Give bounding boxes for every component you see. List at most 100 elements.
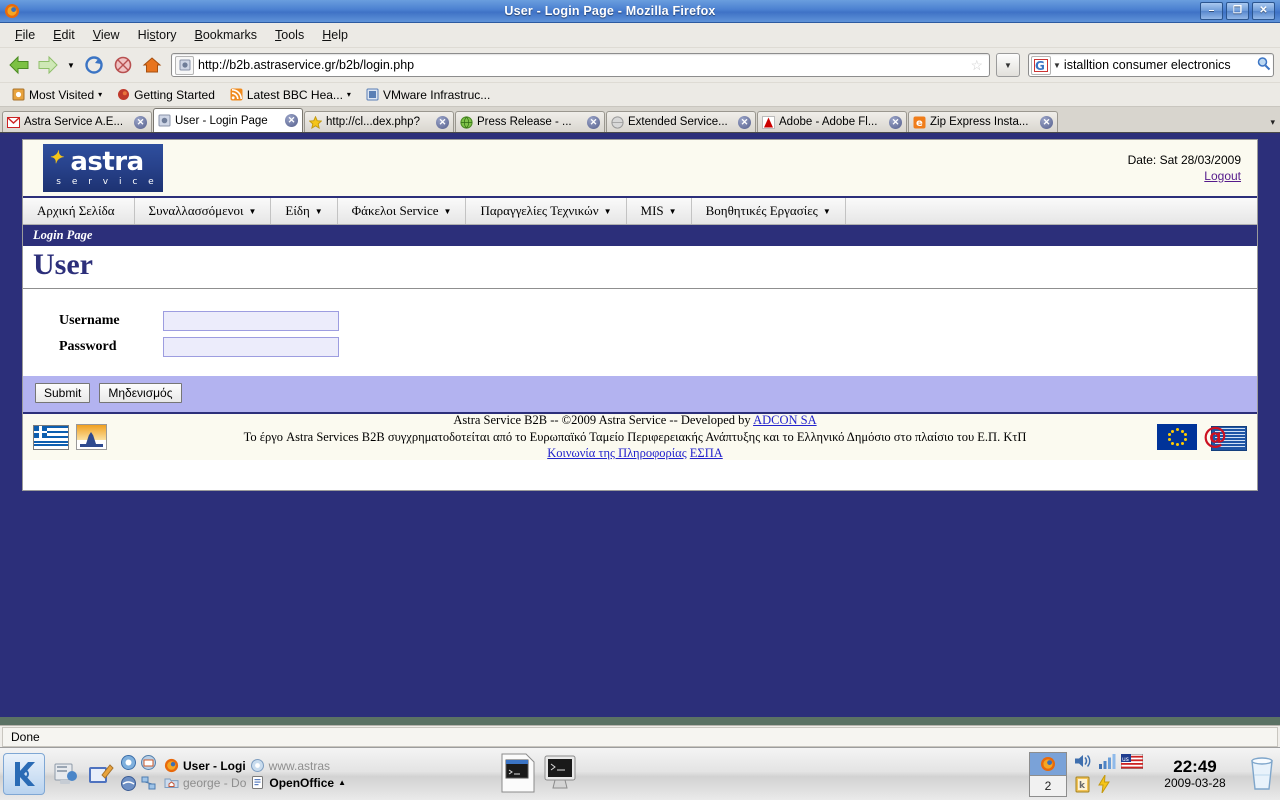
tab-adobe-flash[interactable]: Adobe - Adobe Fl... ✕ [757, 111, 907, 132]
tab-user-login-page[interactable]: User - Login Page ✕ [153, 108, 303, 132]
task-konqueror[interactable]: www.astras [250, 758, 330, 773]
forward-arrow-icon[interactable] [35, 52, 61, 78]
menu-history[interactable]: History [129, 25, 186, 45]
password-input[interactable] [163, 337, 339, 357]
window-titlebar[interactable]: User - Login Page - Mozilla Firefox – ❐ … [0, 0, 1280, 23]
reset-button[interactable]: Μηδενισμός [99, 383, 182, 403]
close-button[interactable]: ✕ [1252, 2, 1275, 20]
chevron-down-icon: ▼ [603, 206, 612, 216]
task-openoffice[interactable]: OpenOffice ▲ [250, 775, 346, 790]
network-icon[interactable] [140, 775, 157, 795]
tab-astra-service[interactable]: Astra Service A.E... ✕ [2, 111, 152, 132]
logout-link[interactable]: Logout [1204, 169, 1241, 183]
chevron-down-icon[interactable]: ▼ [64, 52, 78, 78]
tab-label: Press Release - ... [477, 116, 572, 128]
submit-button[interactable]: Submit [35, 383, 91, 403]
browser-globe-icon[interactable] [120, 775, 137, 795]
bookmark-vmware[interactable]: VMware Infrastruc... [360, 86, 496, 104]
close-icon[interactable]: ✕ [587, 115, 600, 129]
status-bar: Done [0, 725, 1280, 748]
menu-bookmarks[interactable]: Bookmarks [186, 25, 267, 45]
stop-icon[interactable] [110, 52, 136, 78]
minimize-button[interactable]: – [1200, 2, 1223, 20]
menu-view[interactable]: View [84, 25, 129, 45]
terminal-desktop-icon[interactable] [542, 752, 578, 797]
adobe-icon [762, 115, 775, 129]
adcon-link[interactable]: ADCON SA [753, 413, 817, 427]
menu-file[interactable]: File [6, 25, 44, 45]
menu-help[interactable]: Help [313, 25, 357, 45]
kmail-icon[interactable] [140, 754, 157, 774]
footer-text: Astra Service B2B -- ©2009 Astra Service… [153, 412, 1117, 462]
kde-menu-icon[interactable] [3, 753, 45, 795]
volume-icon[interactable] [1073, 752, 1093, 773]
us-keyboard-flag-icon[interactable]: us [1120, 753, 1144, 772]
menu-edit[interactable]: Edit [44, 25, 84, 45]
chevron-down-icon[interactable]: ▾ [98, 90, 102, 99]
close-icon[interactable]: ✕ [1040, 115, 1053, 129]
reload-icon[interactable] [81, 52, 107, 78]
nav-item-fakeloi-service[interactable]: Φάκελοι Service ▼ [338, 198, 467, 224]
information-society-link[interactable]: Κοινωνία της Πληροφορίας [547, 446, 686, 460]
tab-cl-dex-php[interactable]: http://cl...dex.php? ✕ [304, 111, 454, 132]
close-icon[interactable]: ✕ [285, 114, 298, 127]
power-icon[interactable] [1097, 774, 1111, 796]
search-engine-caret-icon[interactable]: ▼ [1053, 61, 1061, 70]
close-icon[interactable]: ✕ [436, 115, 449, 129]
pager-desktop-2[interactable]: 2 [1030, 775, 1066, 796]
clock[interactable]: 22:49 2009-03-28 [1149, 757, 1241, 790]
astra-service-logo[interactable]: ✦ astra s e r v i c e [43, 144, 163, 192]
nav-item-home[interactable]: Αρχική Σελίδα [23, 198, 135, 224]
nav-item-voithitikes-ergasies[interactable]: Βοηθητικές Εργασίες ▼ [692, 198, 846, 224]
bookmark-most-visited[interactable]: Most Visited ▾ [6, 86, 108, 104]
close-icon[interactable]: ✕ [889, 115, 902, 129]
tab-zip-express[interactable]: e Zip Express Insta... ✕ [908, 111, 1058, 132]
nav-item-synallassomenoi[interactable]: Συναλλασσόμενοι ▼ [135, 198, 272, 224]
show-desktop-icon[interactable] [49, 754, 83, 794]
url-text[interactable]: http://b2b.astraservice.gr/b2b/login.php [198, 58, 970, 72]
signal-bars-icon[interactable] [1097, 752, 1117, 773]
bookmark-star-icon[interactable]: ☆ [970, 57, 983, 74]
url-bar[interactable]: http://b2b.astraservice.gr/b2b/login.php… [171, 53, 990, 77]
back-arrow-icon[interactable] [6, 52, 32, 78]
klipper-icon[interactable]: k [1073, 775, 1093, 796]
restore-button[interactable]: ❐ [1226, 2, 1249, 20]
trash-bin-icon[interactable] [1247, 755, 1277, 793]
tab-press-release[interactable]: Press Release - ... ✕ [455, 111, 605, 132]
text-editor-icon[interactable] [83, 754, 117, 794]
openoffice-icon [252, 776, 264, 789]
search-bar[interactable]: G ▼ istalltion consumer electronics [1028, 53, 1274, 77]
search-input[interactable]: istalltion consumer electronics [1064, 58, 1256, 72]
bookmark-latest-bbc[interactable]: Latest BBC Hea... ▾ [224, 86, 357, 104]
nav-item-mis[interactable]: MIS ▼ [627, 198, 692, 224]
url-dropdown-button[interactable]: ▼ [996, 53, 1020, 77]
header-right: Date: Sat 28/03/2009 Logout [1128, 152, 1241, 184]
nav-item-paraggelies-texnikon[interactable]: Παραγγελίες Τεχνικών ▼ [466, 198, 627, 224]
window-controls[interactable]: – ❐ ✕ [1200, 2, 1275, 20]
konqueror-icon[interactable] [120, 754, 137, 774]
tab-list-all-icon[interactable]: ▾ [1270, 117, 1275, 132]
status-text: Done [2, 727, 1278, 747]
bookmark-getting-started[interactable]: Getting Started [111, 86, 221, 104]
username-input[interactable] [163, 311, 339, 331]
firefox-icon [4, 3, 20, 19]
task-firefox[interactable]: User - Logi [164, 758, 246, 773]
nav-label: Είδη [285, 203, 310, 218]
espa-link[interactable]: ΕΣΠΑ [690, 446, 723, 460]
nav-item-eidi[interactable]: Είδη ▼ [271, 198, 338, 224]
site-main-menu: Αρχική Σελίδα Συναλλασσόμενοι ▼ Είδη ▼ Φ… [23, 198, 1257, 225]
close-icon[interactable]: ✕ [134, 115, 147, 129]
chevron-down-icon: ▼ [443, 206, 452, 216]
tab-extended-service[interactable]: Extended Service... ✕ [606, 111, 756, 132]
pager-desktop-1[interactable] [1030, 752, 1066, 776]
chevron-down-icon[interactable]: ▾ [347, 90, 351, 99]
task-file-manager[interactable]: george - Do [164, 775, 246, 790]
desktop-pager[interactable]: 2 [1029, 751, 1067, 797]
terminal-window-icon[interactable] [500, 752, 536, 797]
close-icon[interactable]: ✕ [738, 115, 751, 129]
magnifier-icon[interactable] [1256, 56, 1271, 74]
google-search-engine-icon[interactable]: G [1031, 55, 1051, 75]
chevron-up-icon[interactable]: ▲ [338, 778, 346, 787]
home-icon[interactable] [139, 52, 165, 78]
menu-tools[interactable]: Tools [266, 25, 313, 45]
